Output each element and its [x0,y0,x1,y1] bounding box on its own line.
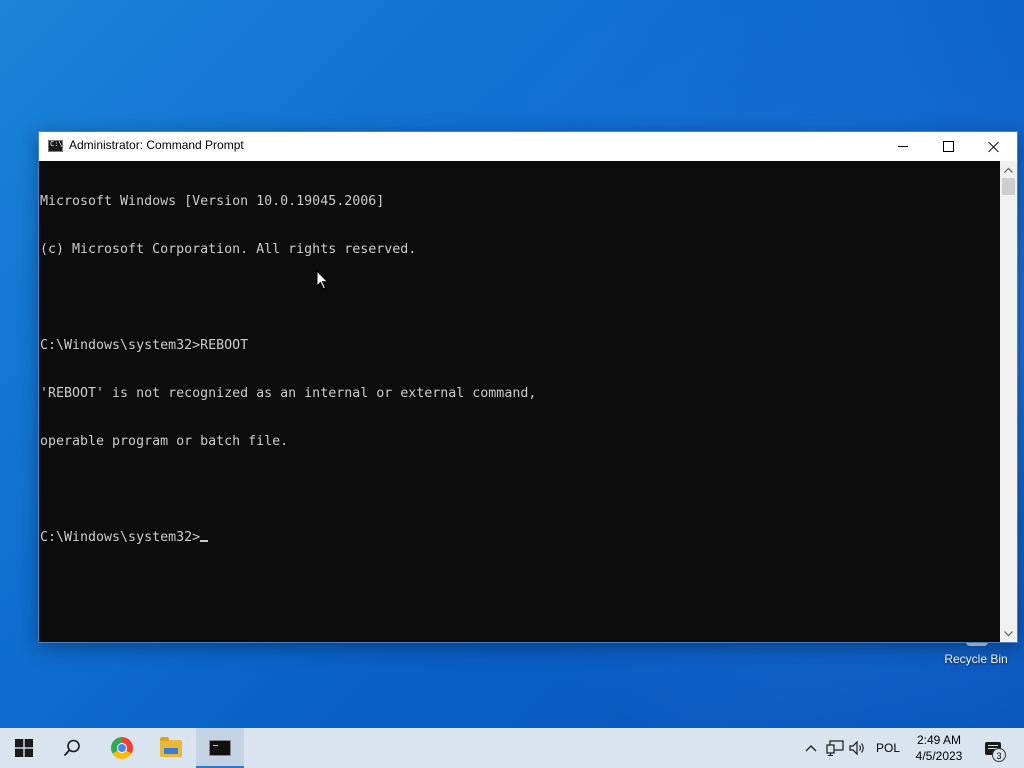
windows-logo-icon [15,739,33,757]
show-hidden-icons-button[interactable] [802,728,820,768]
volume-icon [849,740,864,756]
volume-button[interactable] [848,728,868,768]
clock-time: 2:49 AM [916,733,962,747]
chevron-up-icon [1004,167,1013,173]
folder-icon [160,736,182,757]
desktop-icon-label: Recycle Bin [944,652,1008,666]
vertical-scrollbar[interactable] [1000,161,1017,642]
scroll-down-button[interactable] [1000,625,1017,642]
console-line: Microsoft Windows [Version 10.0.19045.20… [40,194,385,209]
scroll-up-button[interactable] [1000,161,1017,178]
maximize-icon [942,141,954,152]
chevron-up-icon [805,745,817,752]
console-line: C:\Windows\system32>REBOOT [40,338,249,353]
input-language-button[interactable]: POL [872,728,904,768]
console-line: operable program or batch file. [40,434,289,449]
taskbar-chrome[interactable] [98,728,146,768]
taskbar-command-prompt[interactable] [196,728,244,768]
text-cursor [200,540,209,542]
minimize-button[interactable] [880,132,926,161]
cmd-icon[interactable] [48,140,63,152]
console-line: (c) Microsoft Corporation. All rights re… [40,242,417,257]
notification-count-badge: 3 [992,748,1006,762]
chevron-down-icon [1004,630,1013,636]
console-prompt: C:\Windows\system32> [40,530,201,545]
clock-button[interactable]: 2:49 AM 4/5/2023 [908,728,970,768]
maximize-button[interactable] [925,132,971,161]
console-output[interactable]: Microsoft Windows [Version 10.0.19045.20… [39,161,1000,642]
window-titlebar[interactable]: Administrator: Command Prompt [39,132,1017,161]
chrome-icon [111,737,133,759]
window-title: Administrator: Command Prompt [69,138,244,152]
notification-center-button[interactable]: 3 [978,728,1008,768]
clock-date: 4/5/2023 [915,749,963,763]
taskbar: POL 2:49 AM 4/5/2023 3 [0,728,1024,768]
network-icon [826,740,844,756]
network-button[interactable] [824,728,846,768]
minimize-icon [898,146,908,147]
search-button[interactable] [48,728,96,768]
scroll-thumb[interactable] [1002,178,1015,195]
cmd-icon [209,740,231,756]
search-icon [63,739,80,757]
close-button[interactable] [971,132,1017,161]
taskbar-file-explorer[interactable] [147,728,195,768]
close-icon [988,141,1000,153]
command-prompt-window[interactable]: Administrator: Command Prompt Microsoft … [38,131,1018,643]
console-line: 'REBOOT' is not recognized as an interna… [40,386,537,401]
start-button[interactable] [0,728,48,768]
console-prompt-line[interactable]: C:\Windows\system32> [40,530,1000,546]
mouse-pointer-icon [316,270,329,290]
